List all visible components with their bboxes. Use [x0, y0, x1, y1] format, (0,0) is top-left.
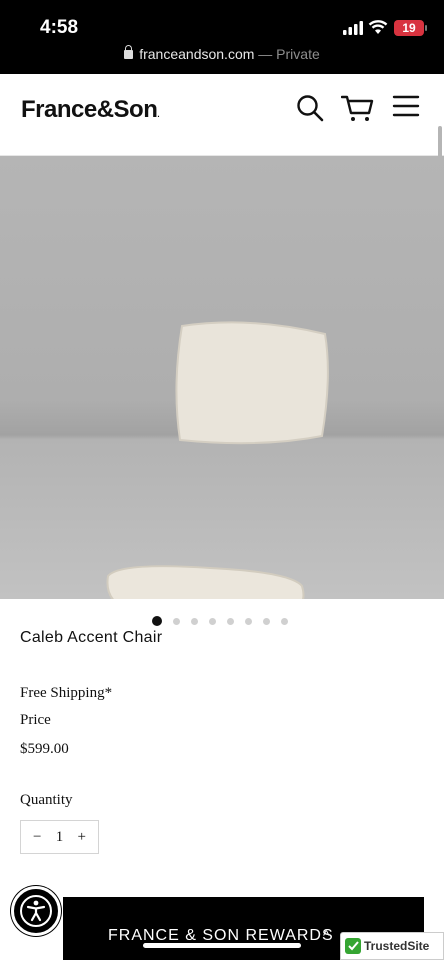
trusted-site-badge[interactable]: TrustedSite — [340, 932, 444, 960]
quantity-label: Quantity — [20, 792, 73, 808]
carousel-dots — [152, 616, 288, 626]
carousel-dot[interactable] — [281, 617, 288, 625]
carousel-dot[interactable] — [191, 617, 198, 625]
cart-icon[interactable] — [341, 94, 375, 122]
product-price: $599.00 — [20, 741, 69, 757]
menu-icon[interactable] — [392, 94, 420, 118]
check-icon — [345, 938, 361, 954]
quantity-decrement-button[interactable]: − — [33, 829, 41, 846]
carousel-dot[interactable] — [245, 617, 252, 625]
carousel-dot[interactable] — [152, 616, 162, 626]
accessibility-icon — [20, 895, 52, 927]
signal-icon — [343, 21, 363, 35]
status-time: 4:58 — [40, 17, 79, 38]
site-logo[interactable]: France&Son. — [21, 96, 160, 124]
quantity-stepper: − 1 + — [20, 820, 99, 854]
quantity-increment-button[interactable]: + — [78, 829, 86, 846]
chevron-up-icon: ^ — [323, 927, 330, 943]
home-indicator — [143, 943, 301, 948]
chair-illustration — [106, 321, 329, 599]
product-image[interactable] — [0, 156, 444, 599]
price-label: Price — [20, 712, 51, 728]
site-header: France&Son. — [0, 74, 444, 156]
carousel-dot[interactable] — [227, 617, 234, 625]
url-text: franceandson.com — [139, 46, 255, 62]
quantity-value[interactable]: 1 — [56, 829, 64, 846]
product-title: Caleb Accent Chair — [20, 629, 163, 646]
wifi-icon — [368, 20, 388, 34]
address-bar[interactable]: franceandson.com — Private — [0, 45, 444, 62]
carousel-dot[interactable] — [263, 617, 270, 625]
battery-badge: 19 — [394, 20, 427, 36]
shipping-note: Free Shipping* — [20, 685, 113, 701]
accessibility-button[interactable] — [11, 886, 61, 936]
lock-icon — [124, 45, 134, 59]
private-label: — Private — [258, 46, 320, 62]
trusted-site-label: TrustedSite — [364, 939, 430, 953]
search-icon[interactable] — [296, 94, 324, 122]
carousel-dot[interactable] — [209, 617, 216, 625]
status-bar: 4:58 19 franceandson.com — Private — [0, 0, 444, 74]
carousel-dot[interactable] — [173, 617, 180, 625]
